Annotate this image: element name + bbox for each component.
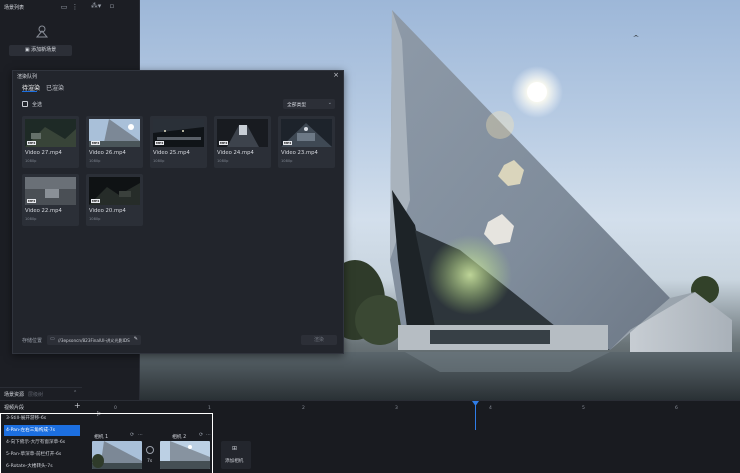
ruler-tick-label: 1 — [208, 406, 211, 411]
type-filter-select[interactable]: 全部类型 ⌄ — [283, 99, 335, 109]
lock-icon[interactable]: ▫ — [108, 2, 116, 10]
ruler-tick-label: 6 — [675, 406, 678, 411]
video-thumbnail: MP4 — [89, 177, 140, 205]
scene-panel-title: 场景列表 — [4, 5, 25, 11]
video-thumbnail: MP4 — [281, 119, 332, 147]
video-thumbnail: MP4 — [153, 119, 204, 147]
type-filter-value: 全部类型 — [287, 103, 307, 108]
video-card[interactable]: MP4 Video 24.mp4 1080p — [214, 116, 271, 168]
format-badge: MP4 — [91, 141, 101, 145]
camera-clip[interactable] — [92, 441, 142, 469]
format-badge: MP4 — [219, 141, 229, 145]
tab-underline — [22, 91, 37, 92]
layers-icon[interactable]: ⁂▾ — [89, 2, 103, 10]
video-name: Video 27.mp4 — [25, 150, 62, 156]
save-path-label: 存储位置 — [22, 338, 43, 344]
folder-icon: ▭ — [50, 336, 55, 342]
video-meta: 1080p — [153, 159, 165, 163]
save-path-field[interactable]: ▭ //3epsoncn/823FinalUI-讲义光影IDS ✎ — [47, 335, 141, 345]
select-all-label: 全选 — [32, 102, 43, 108]
refresh-icon[interactable]: ⟳ — [130, 432, 134, 438]
video-thumbnail: MP4 — [217, 119, 268, 147]
shot-item[interactable]: 5-Pan-草深草-前栏打开-6s — [4, 449, 80, 460]
playhead[interactable] — [475, 402, 476, 430]
video-name: Video 26.mp4 — [89, 150, 126, 156]
video-name: Video 20.mp4 — [89, 208, 126, 214]
ruler-tick-label: 2 — [302, 406, 305, 411]
video-card[interactable]: MP4 Video 26.mp4 1080p — [86, 116, 143, 168]
video-card[interactable]: MP4 Video 25.mp4 1080p — [150, 116, 207, 168]
chevron-down-icon: ⌄ — [327, 100, 332, 106]
tab-rendered[interactable]: 已渲染 — [46, 83, 64, 92]
more-icon[interactable]: ⋯ — [206, 432, 211, 438]
refresh-icon[interactable]: ⟳ — [199, 432, 203, 438]
camera-clip[interactable] — [160, 441, 210, 469]
shot-item[interactable]: 6-Rotate-大楼转头-7s — [4, 461, 80, 472]
video-thumbnail: MP4 — [25, 177, 76, 205]
video-card[interactable]: MP4 Video 27.mp4 1080p — [22, 116, 79, 168]
collapse-icon[interactable]: ⌃ — [73, 390, 77, 396]
video-thumbnail: MP4 — [89, 119, 140, 147]
format-badge: MP4 — [155, 141, 165, 145]
render-button[interactable]: 渲染 — [301, 335, 337, 345]
more-icon[interactable]: ⋮ — [71, 3, 79, 11]
empty-scene-icon — [35, 24, 49, 38]
video-name: Video 25.mp4 — [153, 150, 190, 156]
timeline-panel: 视频片段 + ▷ 0 1 2 3 4 5 6 3-Still-展开游移-6s 4… — [0, 400, 740, 473]
render-queue-dialog: 渲染队列 × 待渲染 已渲染 全选 全部类型 ⌄ MP4 Video 27.mp… — [12, 70, 344, 354]
video-name: Video 22.mp4 — [25, 208, 62, 214]
ruler-tick-label: 5 — [582, 406, 585, 411]
video-meta: 1080p — [217, 159, 229, 163]
camera-label: 相机 1 — [94, 435, 109, 440]
dialog-title: 渲染队列 — [17, 74, 38, 80]
scene-footer-tabs: 场景资源 层级树 ⌃ — [0, 387, 82, 400]
video-card[interactable]: MP4 Video 22.mp4 1080p — [22, 174, 79, 226]
video-meta: 1080p — [89, 217, 101, 221]
video-meta: 1080p — [281, 159, 293, 163]
add-scene-button[interactable]: ▣ 添加新场景 — [9, 45, 72, 56]
more-icon[interactable]: ⋯ — [138, 432, 143, 438]
format-badge: MP4 — [27, 141, 37, 145]
transition-icon[interactable] — [146, 446, 154, 454]
camera-add-icon: ⊞ — [232, 445, 238, 452]
add-shot-icon[interactable]: + — [74, 401, 81, 410]
add-scene-label: 添加新场景 — [31, 47, 57, 53]
shot-item[interactable]: 3-Still-展开游移-6s — [4, 413, 80, 424]
video-meta: 1080p — [89, 159, 101, 163]
camera-label: 相机 2 — [172, 435, 187, 440]
video-meta: 1080p — [25, 217, 37, 221]
shot-item-active[interactable]: 4-Pan-左右三角构成-7s — [4, 425, 80, 436]
timeline-title: 视频片段 — [4, 405, 25, 411]
edit-icon[interactable]: ✎ — [134, 336, 138, 342]
close-icon[interactable]: × — [333, 71, 339, 79]
video-meta: 1080p — [25, 159, 37, 163]
format-badge: MP4 — [27, 199, 37, 203]
add-camera-label: 添加相机 — [225, 459, 244, 464]
video-thumbnail: MP4 — [25, 119, 76, 147]
video-name: Video 24.mp4 — [217, 150, 254, 156]
ruler-tick-label: 4 — [489, 406, 492, 411]
tab-hierarchy[interactable]: 层级树 — [28, 391, 43, 398]
video-card[interactable]: MP4 Video 23.mp4 1080p — [278, 116, 335, 168]
add-camera-button[interactable]: ⊞ 添加相机 — [221, 441, 251, 469]
format-badge: MP4 — [283, 141, 293, 145]
ruler-tick-label: 0 — [114, 406, 117, 411]
video-card[interactable]: MP4 Video 20.mp4 1080p — [86, 174, 143, 226]
folder-icon[interactable]: ▭ — [60, 3, 68, 11]
tab-scene-resources[interactable]: 场景资源 — [4, 391, 24, 398]
video-name: Video 23.mp4 — [281, 150, 318, 156]
save-path-value: //3epsoncn/823FinalUI-讲义光影IDS — [58, 337, 130, 343]
format-badge: MP4 — [91, 199, 101, 203]
ruler-tick-label: 3 — [395, 406, 398, 411]
select-all-checkbox[interactable] — [22, 101, 28, 107]
shot-item[interactable]: 4-向下俯示-大厅有窗深草-6s — [4, 437, 80, 448]
transition-duration: 7s — [147, 459, 153, 464]
